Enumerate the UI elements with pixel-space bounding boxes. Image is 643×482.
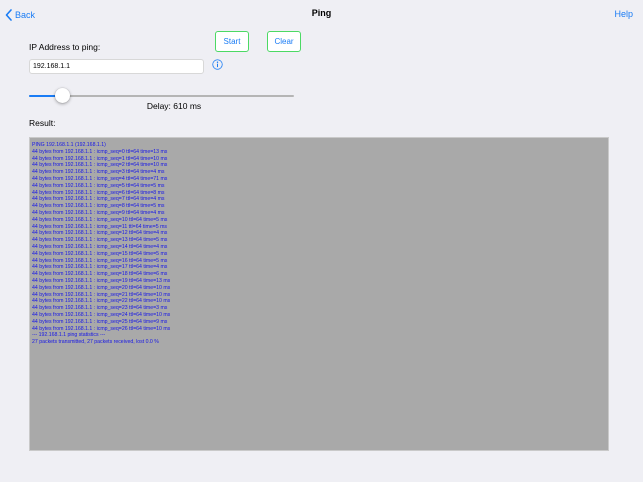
output-line: 44 bytes from 192.168.1.1 : icmp_seq=3 t… [32, 169, 165, 176]
output-line: 44 bytes from 192.168.1.1 : icmp_seq=11 … [32, 223, 167, 230]
result-label: Result: [29, 118, 56, 128]
ping-output[interactable]: PING 192.168.1.1 (192.168.1.1) 44 bytes f… [29, 137, 609, 451]
output-line: 44 bytes from 192.168.1.1 : icmp_seq=5 t… [32, 182, 165, 189]
help-button[interactable]: Help [614, 9, 633, 19]
clear-button[interactable]: Clear [267, 31, 301, 52]
output-line: 44 bytes from 192.168.1.1 : icmp_seq=20 … [32, 284, 171, 291]
output-line: 44 bytes from 192.168.1.1 : icmp_seq=0 t… [32, 148, 168, 155]
output-line: 44 bytes from 192.168.1.1 : icmp_seq=12 … [32, 230, 168, 237]
output-line: 44 bytes from 192.168.1.1 : icmp_seq=9 t… [32, 209, 165, 216]
output-line: 44 bytes from 192.168.1.1 : icmp_seq=13 … [32, 237, 168, 244]
output-line: 44 bytes from 192.168.1.1 : icmp_seq=17 … [32, 264, 168, 271]
page-title: Ping [311, 8, 332, 18]
ip-address-label: IP Address to ping: [29, 42, 101, 52]
output-line: PING 192.168.1.1 (192.168.1.1) [32, 142, 106, 148]
output-line: --- 192.168.1.1 ping statistics --- [32, 332, 106, 339]
output-line: 44 bytes from 192.168.1.1 : icmp_seq=25 … [32, 318, 168, 325]
output-line: 44 bytes from 192.168.1.1 : icmp_seq=2 t… [32, 162, 168, 169]
output-line: 44 bytes from 192.168.1.1 : icmp_seq=4 t… [32, 175, 168, 182]
output-line: 44 bytes from 192.168.1.1 : icmp_seq=24 … [32, 311, 171, 318]
navigation-bar: Back Ping Help [0, 0, 643, 30]
output-line: 44 bytes from 192.168.1.1 : icmp_seq=19 … [32, 277, 171, 284]
output-line: 44 bytes from 192.168.1.1 : icmp_seq=6 t… [32, 189, 165, 196]
start-button[interactable]: Start [215, 31, 249, 52]
output-line: 44 bytes from 192.168.1.1 : icmp_seq=21 … [32, 291, 171, 298]
output-line: 44 bytes from 192.168.1.1 : icmp_seq=18 … [32, 271, 168, 278]
output-line: 44 bytes from 192.168.1.1 : icmp_seq=14 … [32, 243, 168, 250]
ip-address-input[interactable] [29, 59, 204, 74]
delay-value-label: Delay: 610 ms [146, 101, 202, 111]
output-line: 44 bytes from 192.168.1.1 : icmp_seq=22 … [32, 298, 171, 305]
output-line: 44 bytes from 192.168.1.1 : icmp_seq=23 … [32, 305, 168, 312]
output-line: 44 bytes from 192.168.1.1 : icmp_seq=7 t… [32, 196, 165, 203]
output-line: 44 bytes from 192.168.1.1 : icmp_seq=10 … [32, 216, 168, 223]
output-line: 44 bytes from 192.168.1.1 : icmp_seq=1 t… [32, 155, 168, 162]
output-line: 44 bytes from 192.168.1.1 : icmp_seq=26 … [32, 325, 171, 332]
output-line: 27 packets transmitted, 27 packets recei… [32, 339, 159, 346]
output-line: 44 bytes from 192.168.1.1 : icmp_seq=15 … [32, 250, 168, 257]
info-icon[interactable] [212, 59, 223, 70]
output-line: 44 bytes from 192.168.1.1 : icmp_seq=16 … [32, 257, 168, 264]
output-line: 44 bytes from 192.168.1.1 : icmp_seq=8 t… [32, 203, 165, 210]
